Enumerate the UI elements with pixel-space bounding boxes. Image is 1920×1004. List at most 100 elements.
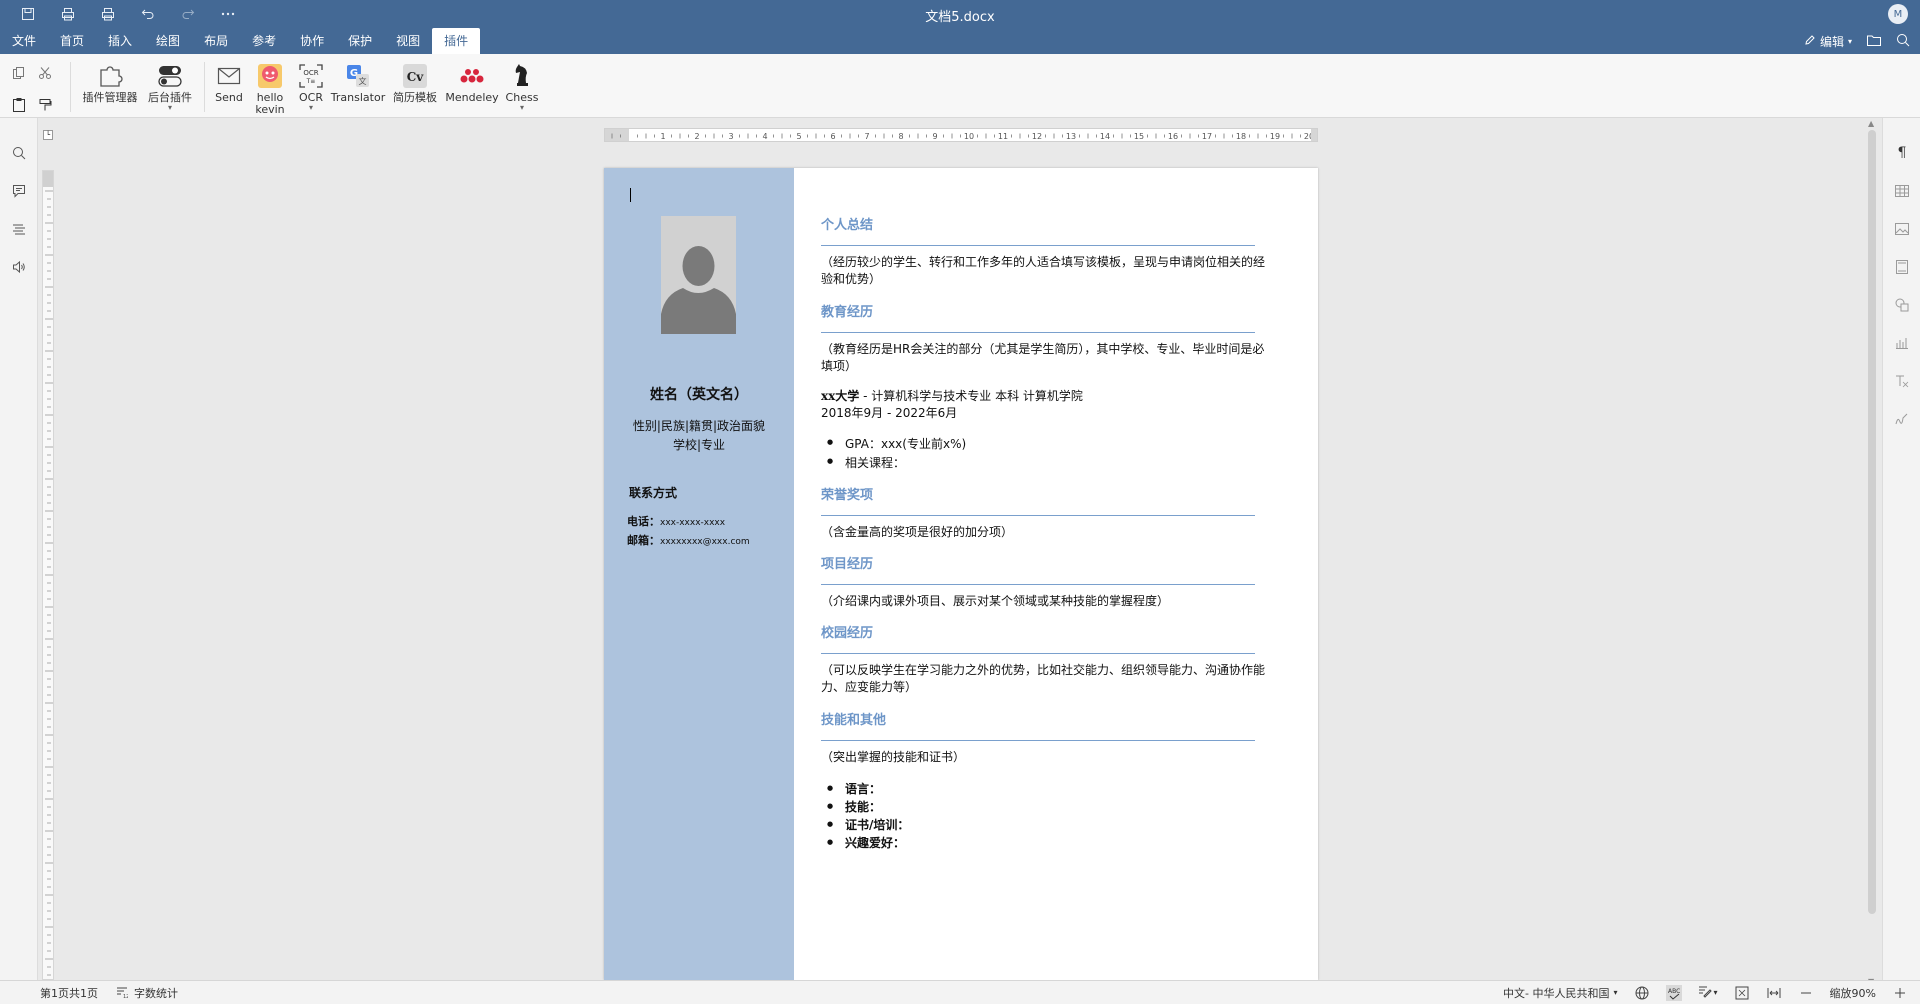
education-text: （教育经历是HR会关注的部分（尤其是学生简历），其中学校、专业、毕业时间是必填项… [821,342,1265,373]
globe-icon[interactable] [1634,985,1650,1001]
svg-text:8: 8 [898,132,903,141]
clipboard-group [8,62,60,116]
svg-text:T≡: T≡ [306,78,316,85]
language-label: 中文- 中华人民共和国 [1503,986,1610,1000]
profile-photo-placeholder[interactable] [661,216,736,334]
ribbon: 插件管理器 后台插件 ▾ Send hello kevin OCR T≡ OCR … [0,54,1920,118]
table-settings-icon[interactable] [1891,180,1913,202]
plugin-label: 插件管理器 [82,91,138,104]
education-school-detail: - 计算机科学与技术专业 本科 计算机学院 [859,389,1083,403]
document-page[interactable]: 姓名（英文名） 性别|民族|籍贯|政治面貌 学校|专业 联系方式 电话：xxx-… [604,168,1318,980]
resume-school-major: 学校|专业 [672,438,726,452]
track-changes-icon [1698,984,1712,1001]
skills-bullet: 技能： [827,798,881,815]
spellcheck-icon[interactable]: ABC [1665,984,1682,1001]
page-indicator[interactable]: 第1页共1页 [40,985,98,1001]
menu-file[interactable]: 文件 [0,28,48,54]
svg-text:5: 5 [796,132,801,141]
menu-protect[interactable]: 保护 [336,28,384,54]
menu-layout[interactable]: 布局 [192,28,240,54]
toggles-icon [156,62,184,90]
search-icon[interactable] [1896,33,1910,50]
svg-text:17: 17 [1202,132,1212,141]
section-title-campus: 校园经历 [821,626,874,641]
plugin-manager-button[interactable]: 插件管理器 [80,62,140,104]
zoom-level[interactable]: 缩放90% [1830,985,1876,1001]
paste-icon[interactable] [8,94,30,116]
zoom-out-icon[interactable] [1798,985,1814,1001]
vertical-scrollbar[interactable]: ▲ ▼ [1866,120,1878,986]
language-selector[interactable]: 中文- 中华人民共和国 ▾ [1503,985,1617,1001]
ocr-plugin-button[interactable]: OCR T≡ OCR ▾ [294,62,328,112]
menu-insert[interactable]: 插入 [96,28,144,54]
chess-plugin-button[interactable]: Chess ▾ [502,62,542,112]
svg-text:12: 12 [1032,132,1042,141]
zoom-in-icon[interactable] [1892,985,1908,1001]
speaker-icon[interactable] [8,256,30,278]
fit-width-icon[interactable] [1766,985,1782,1001]
scroll-up-icon[interactable]: ▲ [1868,120,1876,128]
paragraph-settings-icon[interactable]: ¶ [1891,142,1913,164]
menu-draw[interactable]: 绘图 [144,28,192,54]
menu-references[interactable]: 参考 [240,28,288,54]
copy-icon[interactable] [8,62,30,84]
svg-text:3: 3 [728,132,733,141]
projects-text: （介绍课内或课外项目、展示对某个领域或某种技能的掌握程度） [821,594,1170,608]
image-settings-icon[interactable] [1891,218,1913,240]
edit-mode-dropdown[interactable]: 编辑 ▾ [1804,33,1852,50]
edit-mode-label: 编辑 [1819,34,1844,49]
skills-text: （突出掌握的技能和证书） [821,750,966,764]
skills-bullet: 兴趣爱好： [827,834,905,851]
fit-page-icon[interactable] [1734,985,1750,1001]
plugin-label: Translator [330,91,386,104]
section-divider [821,245,1255,246]
section-divider [821,653,1255,654]
open-folder-icon[interactable] [1866,33,1882,50]
track-changes-button[interactable]: ▾ [1698,984,1718,1001]
resume-name: 姓名（英文名） [650,387,748,403]
word-count-button[interactable]: 123 字数统计 [116,985,178,1001]
honors-text: （含金量高的奖项是很好的加分项） [821,525,1014,539]
chevron-down-icon: ▾ [519,103,524,112]
shape-settings-icon[interactable] [1891,294,1913,316]
menu-collaborate[interactable]: 协作 [288,28,336,54]
send-plugin-button[interactable]: Send [212,62,246,104]
user-avatar[interactable]: M [1888,4,1908,24]
chevron-down-icon: ▾ [308,103,313,112]
phone-value: xxx-xxxx-xxxx [660,518,726,528]
svg-text:10: 10 [964,132,974,141]
text-art-icon[interactable] [1891,370,1913,392]
search-icon[interactable] [8,142,30,164]
mendeley-plugin-button[interactable]: Mendeley [445,62,499,104]
signature-icon[interactable] [1891,408,1913,430]
contact-email: 邮箱：xxxxxxxx@xxx.com [627,532,750,548]
background-plugins-button[interactable]: 后台插件 ▾ [144,62,196,112]
hello-kevin-plugin-button[interactable]: hello kevin [250,62,290,116]
cut-icon[interactable] [34,62,56,84]
menu-home[interactable]: 首页 [48,28,96,54]
vertical-ruler[interactable] [42,170,54,980]
format-painter-icon[interactable] [34,94,56,116]
section-title-projects: 项目经历 [821,557,874,572]
menu-view[interactable]: 视图 [384,28,432,54]
section-divider [821,740,1255,741]
resume-sidebar: 姓名（英文名） 性别|民族|籍贯|政治面貌 学校|专业 联系方式 电话：xxx-… [604,168,794,980]
navigation-icon[interactable] [8,218,30,240]
svg-text:OCR: OCR [303,69,318,77]
comment-icon[interactable] [8,180,30,202]
tab-stop-selector[interactable]: └ [43,130,53,140]
horizontal-ruler[interactable]: 1 2 3 4 5 6 7 8 9 10 11 12 13 14 15 16 17 18 19 20 [604,128,1318,142]
translate-icon: G文 [344,62,372,90]
svg-text:16: 16 [1168,132,1178,141]
plugin-label: Send [215,91,243,104]
kevin-face-icon [256,62,284,90]
scroll-thumb[interactable] [1868,130,1876,914]
resume-template-plugin-button[interactable]: Cv 简历模板 [388,62,442,104]
header-footer-icon[interactable] [1891,256,1913,278]
menu-plugins[interactable]: 插件 [432,28,481,54]
section-title-honors: 荣誉奖项 [821,488,874,503]
education-school-name: xx大学 [821,389,860,403]
chart-settings-icon[interactable] [1891,332,1913,354]
translator-plugin-button[interactable]: G文 Translator [330,62,386,104]
section-divider [821,332,1255,333]
